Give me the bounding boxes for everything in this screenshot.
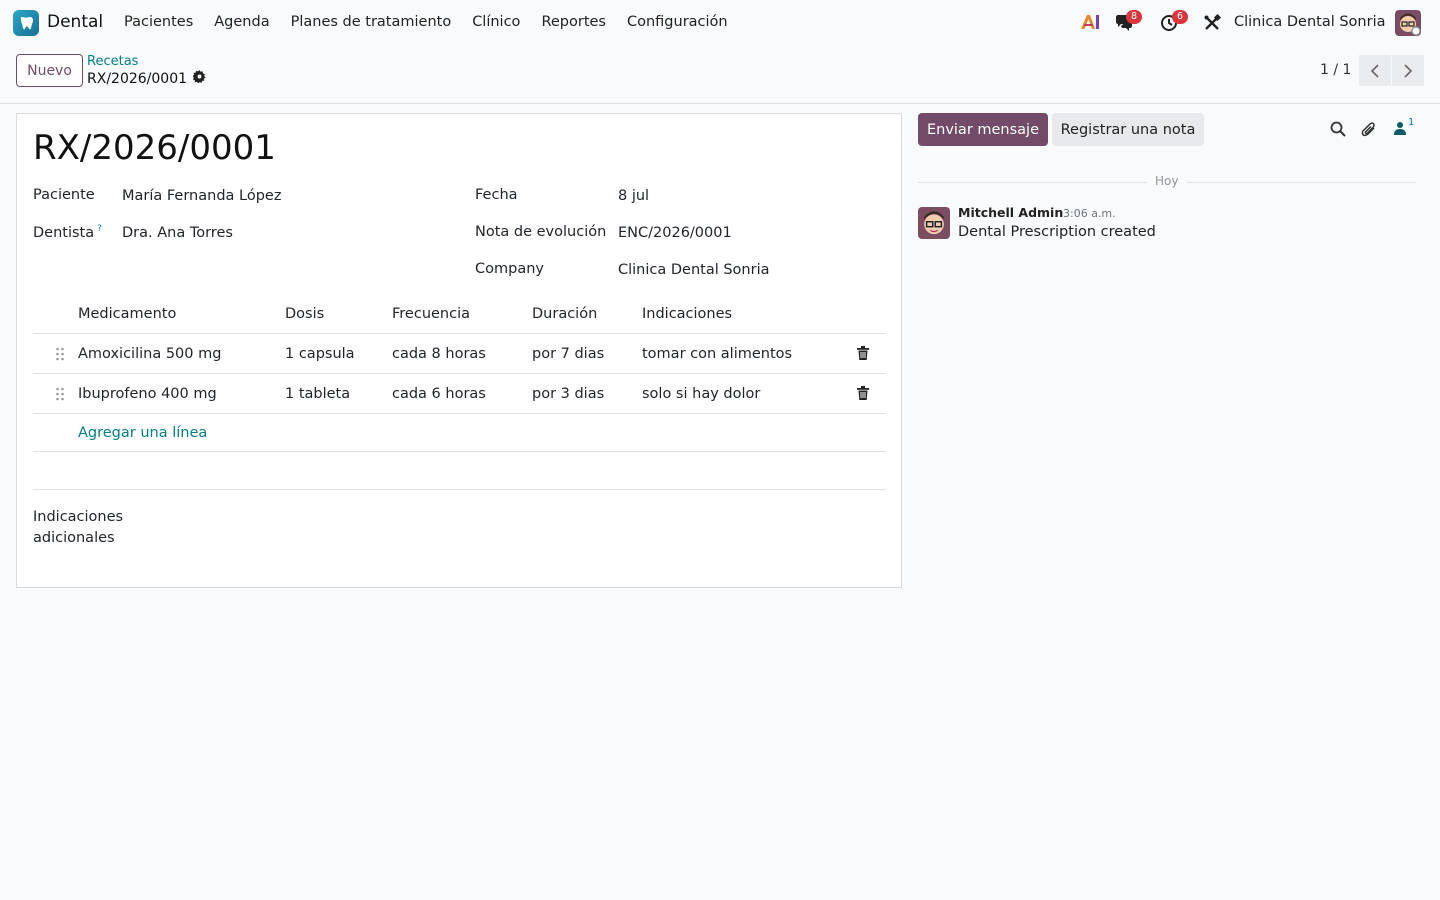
main-menu: Pacientes Agenda Planes de tratamiento C… [124, 14, 749, 30]
column-header-medicamento[interactable]: Medicamento [78, 294, 176, 334]
followers-icon[interactable] [1394, 121, 1406, 139]
user-avatar[interactable] [1395, 10, 1421, 36]
dentist-field[interactable]: Dra. Ana Torres [122, 225, 233, 241]
messages-badge: 8 [1126, 10, 1142, 24]
evolution-note-field[interactable]: ENC/2026/0001 [618, 225, 732, 241]
top-navbar: Dental Pacientes Agenda Planes de tratam… [0, 0, 1440, 46]
day-separator: Hoy [918, 174, 1416, 188]
gear-icon[interactable] [192, 70, 206, 87]
company-switcher[interactable]: Clinica Dental Sonria [1234, 14, 1386, 30]
dentist-label-text: Dentista [33, 224, 95, 241]
activities-badge: 6 [1172, 10, 1188, 24]
company-field[interactable]: Clinica Dental Sonria [618, 262, 770, 278]
add-line-row: Agregar una línea [33, 414, 886, 452]
tooth-icon[interactable] [13, 10, 39, 36]
company-label: Company [475, 261, 544, 277]
column-header-indicaciones[interactable]: Indicaciones [642, 294, 732, 334]
breadcrumb-parent[interactable]: Recetas [87, 54, 138, 69]
breadcrumb-current: RX/2026/0001 [87, 70, 206, 87]
menu-item-reportes[interactable]: Reportes [541, 14, 606, 30]
delete-line-icon[interactable] [857, 386, 869, 404]
form-sheet: RX/2026/0001 Paciente María Fernanda Lóp… [16, 113, 902, 588]
delete-line-icon[interactable] [857, 346, 869, 364]
chevron-right-icon [1404, 63, 1413, 78]
followers-count: 1 [1408, 117, 1415, 128]
cell-indicaciones[interactable]: solo si hay dolor [642, 374, 760, 414]
message-author[interactable]: Mitchell Admin [958, 205, 1063, 220]
pager-next-button[interactable] [1392, 55, 1424, 86]
control-panel: Nuevo Recetas RX/2026/0001 1 / 1 [0, 46, 1440, 104]
ai-icon[interactable] [1080, 13, 1100, 35]
prescription-lines-table: Medicamento Dosis Frecuencia Duración In… [33, 294, 886, 490]
add-line-link[interactable]: Agregar una línea [78, 414, 207, 452]
table-header: Medicamento Dosis Frecuencia Duración In… [33, 294, 886, 334]
additional-indications-label: Indicaciones adicionales [33, 509, 124, 546]
menu-item-pacientes[interactable]: Pacientes [124, 14, 193, 30]
column-header-dosis[interactable]: Dosis [285, 294, 324, 334]
patient-label: Paciente [33, 187, 95, 203]
date-label: Fecha [475, 187, 518, 203]
app-name[interactable]: Dental [47, 12, 103, 32]
column-header-frecuencia[interactable]: Frecuencia [392, 294, 470, 334]
message-time: 3:06 a.m. [1063, 207, 1116, 220]
pager-value[interactable]: 1 / 1 [1320, 62, 1351, 78]
cell-dosis[interactable]: 1 capsula [285, 334, 355, 374]
patient-field[interactable]: María Fernanda López [122, 188, 281, 204]
cell-medicamento[interactable]: Amoxicilina 500 mg [78, 334, 221, 374]
message-body: Dental Prescription created [958, 224, 1156, 240]
cell-frecuencia[interactable]: cada 6 horas [392, 374, 486, 414]
menu-item-configuracion[interactable]: Configuración [627, 14, 728, 30]
messages-icon[interactable]: 8 [1114, 10, 1142, 36]
record-title: RX/2026/0001 [33, 128, 276, 168]
day-separator-label: Hoy [1155, 174, 1179, 188]
tools-icon[interactable] [1203, 13, 1222, 36]
dentist-label: Dentista? [33, 224, 102, 241]
help-tooltip-icon[interactable]: ? [97, 224, 102, 234]
date-field[interactable]: 8 jul [618, 188, 649, 204]
cell-indicaciones[interactable]: tomar con alimentos [642, 334, 792, 374]
chevron-left-icon [1370, 63, 1379, 78]
log-note-button[interactable]: Registrar una nota [1052, 113, 1204, 146]
empty-row [33, 452, 886, 490]
menu-item-agenda[interactable]: Agenda [214, 14, 269, 30]
paperclip-icon[interactable] [1361, 121, 1377, 142]
drag-handle-icon[interactable] [55, 387, 65, 401]
column-header-duracion[interactable]: Duración [532, 294, 597, 334]
cell-dosis[interactable]: 1 tableta [285, 374, 350, 414]
send-message-button[interactable]: Enviar mensaje [918, 113, 1048, 146]
author-avatar[interactable] [918, 207, 950, 239]
table-row[interactable]: Ibuprofeno 400 mg 1 tableta cada 6 horas… [33, 374, 886, 414]
cell-medicamento[interactable]: Ibuprofeno 400 mg [78, 374, 217, 414]
activities-icon[interactable]: 6 [1160, 10, 1188, 36]
evolution-note-label: Nota de evolución [475, 224, 607, 240]
cell-frecuencia[interactable]: cada 8 horas [392, 334, 486, 374]
search-icon[interactable] [1330, 121, 1346, 141]
pager-previous-button[interactable] [1359, 55, 1391, 86]
cell-duracion[interactable]: por 3 dias [532, 374, 604, 414]
cell-duracion[interactable]: por 7 dias [532, 334, 604, 374]
menu-item-clinico[interactable]: Clínico [472, 14, 520, 30]
menu-item-planes[interactable]: Planes de tratamiento [291, 14, 452, 30]
new-button[interactable]: Nuevo [16, 54, 83, 87]
breadcrumb-current-label: RX/2026/0001 [87, 70, 188, 87]
drag-handle-icon[interactable] [55, 347, 65, 361]
table-row[interactable]: Amoxicilina 500 mg 1 capsula cada 8 hora… [33, 334, 886, 374]
